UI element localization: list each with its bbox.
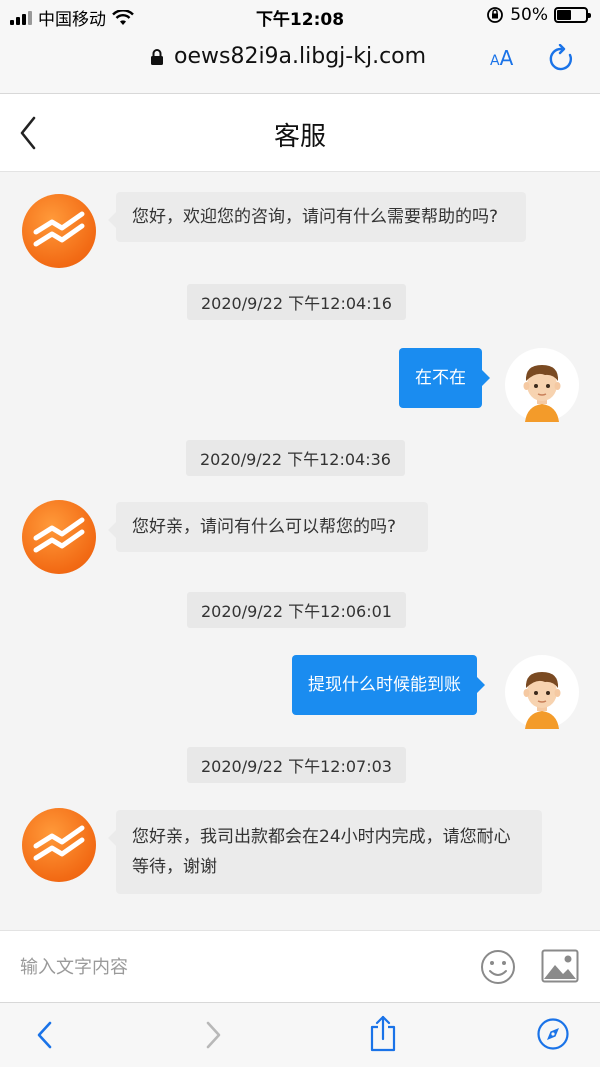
rotation-lock-icon: [487, 7, 504, 23]
lock-icon: [151, 48, 163, 65]
reload-icon[interactable]: [548, 44, 574, 72]
page-title: 客服: [273, 122, 326, 152]
message-text: 您好，欢迎您的咨询，请问有什么需要帮助的吗?: [132, 207, 499, 227]
compass-icon[interactable]: [536, 1017, 570, 1051]
message-text: 在不在: [415, 368, 466, 388]
share-icon[interactable]: [368, 1015, 398, 1053]
text-size-small-label: A: [490, 53, 500, 69]
chat-message-list[interactable]: 您好，欢迎您的咨询，请问有什么需要帮助的吗? 2020/9/22 下午12:04…: [0, 172, 600, 930]
message-input[interactable]: [20, 947, 450, 987]
agent-message-bubble: 您好亲，我司出款都会在24小时内完成，请您耐心 等待，谢谢: [108, 810, 542, 894]
browser-toolbar: [0, 1002, 600, 1067]
text-size-large-label: A: [499, 46, 514, 70]
message-timestamp: 2020/9/22 下午12:04:36: [186, 440, 405, 476]
message-text-line: 您好亲，我司出款都会在24小时内完成，请您耐心: [132, 827, 511, 847]
message-timestamp: 2020/9/22 下午12:06:01: [187, 592, 406, 628]
agent-avatar-icon: [22, 500, 96, 574]
browser-address-bar: oews82i9a.libgj-kj.com AA: [0, 32, 600, 94]
message-text-line: 等待，谢谢: [132, 857, 217, 877]
agent-message-bubble: 您好，欢迎您的咨询，请问有什么需要帮助的吗?: [108, 192, 526, 242]
user-message-bubble: 提现什么时候能到账: [292, 655, 485, 715]
text-size-button[interactable]: AA: [490, 46, 513, 70]
url-text: oews82i9a.libgj-kj.com: [174, 44, 427, 69]
page-header: 客服: [0, 94, 600, 172]
message-composer: [0, 930, 600, 1002]
browser-back-icon[interactable]: [34, 1019, 56, 1051]
browser-forward-icon[interactable]: [202, 1019, 224, 1051]
url-field[interactable]: oews82i9a.libgj-kj.com: [150, 44, 426, 69]
user-message-bubble: 在不在: [399, 348, 490, 408]
agent-avatar-icon: [22, 194, 96, 268]
agent-avatar-icon: [22, 808, 96, 882]
message-text: 提现什么时候能到账: [308, 675, 461, 695]
message-timestamp: 2020/9/22 下午12:04:16: [187, 284, 406, 320]
battery-percent: 50%: [510, 5, 548, 25]
battery-icon: [554, 7, 591, 23]
message-timestamp: 2020/9/22 下午12:07:03: [187, 747, 406, 783]
agent-message-bubble: 您好亲，请问有什么可以帮您的吗?: [108, 502, 428, 552]
user-avatar-icon: [505, 348, 579, 422]
user-avatar-icon: [505, 655, 579, 729]
image-upload-icon[interactable]: [541, 949, 579, 983]
emoji-icon[interactable]: [478, 947, 518, 987]
status-bar-right: 50%: [486, 5, 591, 25]
status-bar: 中国移动 下午12:08 50%: [0, 0, 600, 32]
message-text: 您好亲，请问有什么可以帮您的吗?: [132, 517, 397, 537]
